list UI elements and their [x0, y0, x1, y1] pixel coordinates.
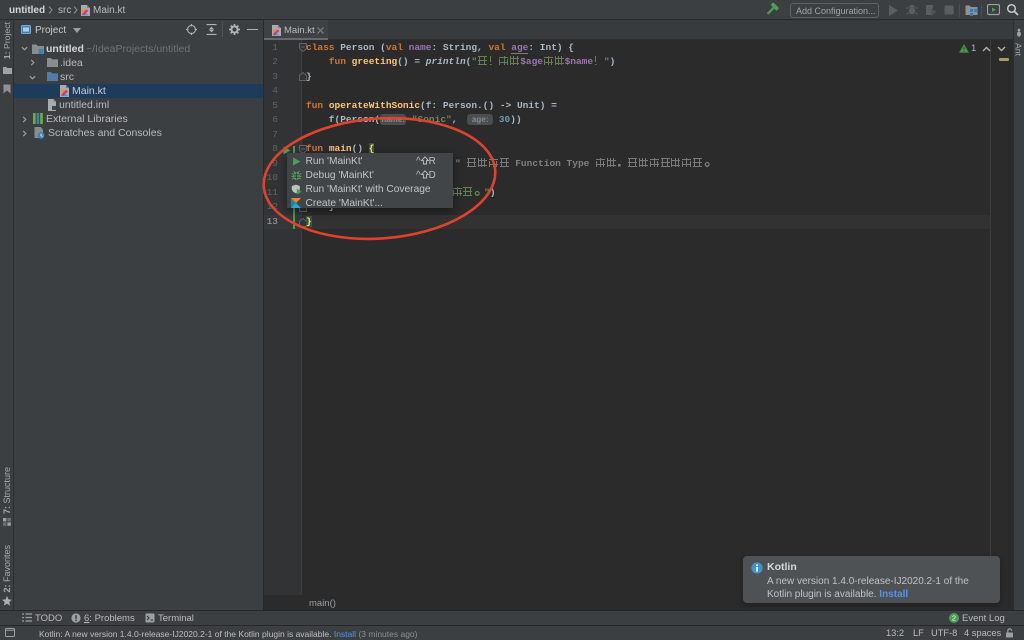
svg-text:2: 2	[952, 613, 956, 622]
